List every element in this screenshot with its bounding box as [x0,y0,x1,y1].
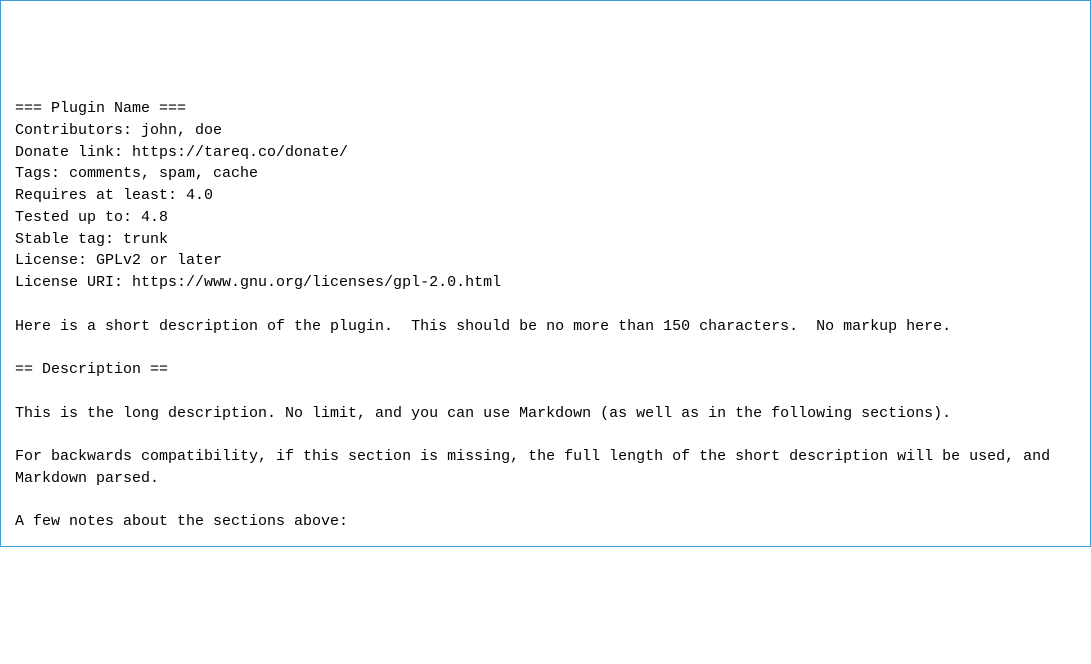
readme-line: License URI: https://www.gnu.org/license… [15,272,1076,294]
readme-line: === Plugin Name === [15,98,1076,120]
readme-line: Contributors: john, doe [15,120,1076,142]
readme-line [15,533,1076,555]
readme-line: License: GPLv2 or later [15,250,1076,272]
readme-line: Stable tag: trunk [15,229,1076,251]
readme-line [15,490,1076,512]
readme-line: Donate link: https://tareq.co/donate/ [15,142,1076,164]
readme-line: This is the long description. No limit, … [15,403,1076,425]
readme-line: Tags: comments, spam, cache [15,163,1076,185]
readme-line: Here is a short description of the plugi… [15,316,1076,338]
readme-line: A few notes about the sections above: [15,511,1076,533]
readme-line: Requires at least: 4.0 [15,185,1076,207]
readme-line: == Description == [15,359,1076,381]
readme-line: Tested up to: 4.8 [15,207,1076,229]
readme-line [15,381,1076,403]
readme-text-block: === Plugin Name ===Contributors: john, d… [15,98,1076,555]
readme-line [15,294,1076,316]
readme-line: For backwards compatibility, if this sec… [15,446,1076,468]
readme-line: Markdown parsed. [15,468,1076,490]
readme-line [15,424,1076,446]
readme-line [15,337,1076,359]
